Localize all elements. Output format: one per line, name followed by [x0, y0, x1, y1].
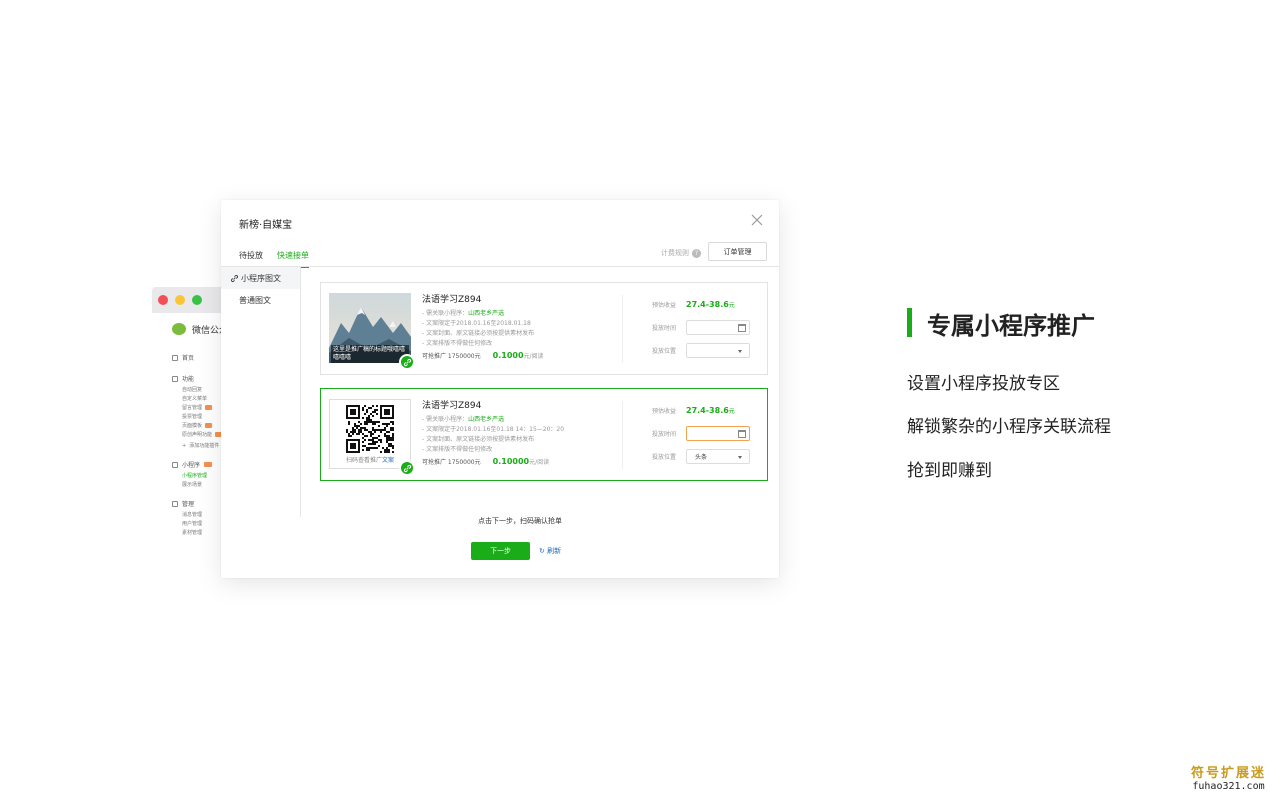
unit-price: 0.10000元/阅读	[492, 457, 550, 466]
info-line: - 需关联小程序：山西老乡严选	[422, 310, 505, 317]
card-price-row: 可抢推广 1750000元 0.1000元/阅读	[422, 351, 622, 360]
card-info: 法语学习Z894 - 需关联小程序：山西老乡严选 - 文案限定于2018.01.…	[422, 292, 622, 360]
maximize-dot-icon[interactable]	[192, 295, 202, 305]
ad-card[interactable]: 这里是推广稿的标题哦嘻嘻嘻嘻嘻 法语学习Z894 - 需关联小程序：山西老乡严选…	[320, 282, 768, 375]
cover-caption: 这里是推广稿的标题哦嘻嘻嘻嘻嘻	[331, 345, 409, 363]
dialog-title: 新榜·自媒宝	[239, 220, 293, 231]
date-picker[interactable]	[686, 426, 750, 441]
card-info: 法语学习Z894 - 需关联小程序：山西老乡严选 - 文案限定于2018.01.…	[422, 398, 622, 466]
link-icon	[230, 274, 239, 282]
estimate-range: 27.4-38.6元	[686, 406, 735, 415]
billing-rule-label: 计费规则	[661, 249, 689, 257]
menu-section-label: 首页	[182, 355, 195, 362]
watermark: 符号扩展迷 fuhao321.com	[1191, 762, 1266, 792]
card-price-row: 可抢推广 1750000元 0.10000元/阅读	[422, 457, 622, 466]
qr-caption-link[interactable]: 文案	[382, 457, 394, 464]
help-icon[interactable]: ?	[692, 248, 701, 258]
wechat-icon	[172, 323, 186, 335]
minimize-dot-icon[interactable]	[175, 295, 185, 305]
watermark-cn: 符号扩展迷	[1190, 766, 1266, 781]
nav-normal-article[interactable]: 普通图文	[221, 289, 300, 311]
new-badge	[205, 405, 212, 410]
tab-divider	[221, 266, 779, 267]
qr-code-icon	[346, 405, 394, 453]
nav-mini-program-article[interactable]: 小程序图文	[221, 267, 300, 289]
position-row: 投放位置 头条	[652, 445, 762, 468]
position-row: 投放位置	[652, 339, 762, 362]
available-amount: 可抢推广 1750000元	[422, 459, 481, 466]
nav-label: 普通图文	[239, 295, 271, 305]
calendar-icon	[738, 430, 746, 438]
order-management-button[interactable]: 订单管理	[708, 242, 767, 261]
menu-section-label: 管理	[182, 501, 195, 508]
feature-title: 专属小程序推广	[927, 312, 1095, 340]
cover-image: 这里是推广稿的标题哦嘻嘻嘻嘻嘻	[329, 293, 411, 363]
calendar-icon	[738, 324, 746, 332]
mini-program-name[interactable]: 山西老乡严选	[468, 416, 504, 423]
info-line: - 需关联小程序：山西老乡严选	[422, 416, 505, 423]
chevron-down-icon	[738, 456, 742, 459]
stage: 微信公众 首页 功能 自动回复 自定义菜单 留言管理 投票管理 页面模板 原创声…	[0, 0, 1280, 800]
estimate-row: 预估收益 27.4-38.6元	[652, 300, 735, 309]
feature-line: 解锁繁杂的小程序关联流程	[907, 417, 1111, 437]
card-title: 法语学习Z894	[422, 295, 482, 305]
refresh-icon: ↻	[539, 547, 545, 555]
divider	[622, 295, 623, 363]
ad-card-selected[interactable]: 扫码查看推广文案 法语学习Z894 - 需关联小程序：山西老乡严选 - 文案限定…	[320, 388, 768, 481]
close-icon[interactable]	[749, 212, 765, 228]
dialog: 新榜·自媒宝 待投放 快速接单 计费规则 ? 订单管理 小程序图文 普通图文 这…	[221, 200, 779, 578]
nav-label: 小程序图文	[241, 273, 281, 283]
estimate-range: 27.4-38.6元	[686, 300, 735, 309]
info-line: - 文案封面、原文链接必须按提供素材发布	[422, 436, 535, 443]
new-badge	[204, 462, 212, 467]
home-icon	[172, 354, 178, 361]
billing-rule-link[interactable]: 计费规则 ?	[661, 248, 701, 258]
feature-line: 设置小程序投放专区	[907, 374, 1060, 394]
plus-icon: +	[182, 442, 187, 449]
hint-text: 点击下一步，扫码确认抢单	[478, 517, 562, 525]
unit-price: 0.1000元/阅读	[492, 351, 544, 360]
info-line: - 文案封面、原文链接必须按提供素材发布	[422, 330, 535, 337]
grid-icon	[172, 375, 178, 382]
watermark-en: fuhao321.com	[1192, 781, 1265, 792]
estimate-row: 预估收益 27.4-38.6元	[652, 406, 735, 415]
side-nav: 小程序图文 普通图文	[221, 267, 301, 517]
chevron-down-icon	[738, 350, 742, 353]
mini-program-name[interactable]: 山西老乡严选	[468, 310, 504, 317]
available-amount: 可抢推广 1750000元	[422, 353, 481, 360]
info-line: - 文案排版不得做任何修改	[422, 340, 493, 347]
close-dot-icon[interactable]	[158, 295, 168, 305]
menu-section-label: 功能	[182, 376, 195, 383]
next-button[interactable]: 下一步	[471, 542, 530, 560]
new-badge	[205, 423, 212, 428]
feature-line: 抢到即赚到	[907, 461, 992, 481]
accent-bar	[907, 308, 912, 337]
menu-section-label: 小程序	[182, 462, 201, 469]
mini-program-icon	[399, 354, 415, 370]
info-line: - 文案排版不得做任何修改	[422, 446, 493, 453]
card-settings: 预估收益 27.4-38.6元 投放时间 投放位置 头条	[652, 399, 762, 468]
manage-icon	[172, 500, 178, 507]
info-line: - 文案限定于2018.01.16至2018.01.18	[422, 320, 531, 327]
card-title: 法语学习Z894	[422, 401, 482, 411]
position-select[interactable]: 头条	[686, 449, 750, 464]
qr-caption: 扫码查看推广文案	[345, 457, 395, 464]
refresh-link[interactable]: ↻ 刷新	[539, 546, 561, 556]
time-row: 投放时间	[652, 422, 762, 445]
info-line: - 文案限定于2018.01.16至01.18 14：15—20：20	[422, 426, 565, 433]
date-picker[interactable]	[686, 320, 750, 335]
divider	[622, 401, 623, 469]
time-row: 投放时间	[652, 316, 762, 339]
card-settings: 预估收益 27.4-38.6元 投放时间 投放位置	[652, 293, 762, 362]
link-icon	[172, 461, 178, 468]
mini-program-icon	[399, 460, 415, 476]
position-select[interactable]	[686, 343, 750, 358]
qr-code-box: 扫码查看推广文案	[329, 399, 411, 469]
